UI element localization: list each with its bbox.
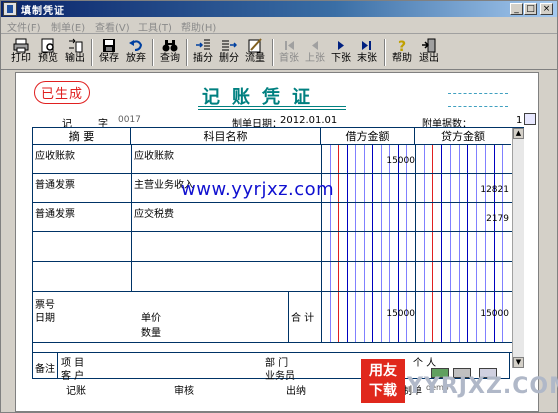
next-voucher-button[interactable]: 下张: [329, 37, 353, 68]
table-row[interactable]: 应收账款 应收账款 15000: [33, 145, 523, 174]
watermark-logo: 用友 下载: [361, 359, 405, 403]
date-value[interactable]: 2012.01.01: [280, 115, 337, 126]
voucher-number[interactable]: 0017: [118, 115, 141, 125]
next-icon: [333, 38, 349, 53]
minimize-button[interactable]: _: [510, 3, 523, 15]
search-icon[interactable]: [524, 113, 536, 125]
table-row[interactable]: 普通发票 应交税费 2179: [33, 203, 523, 232]
vertical-scrollbar[interactable]: ▲ ▼: [512, 128, 524, 368]
cashier-label: 出纳: [286, 386, 306, 397]
last-icon: [359, 38, 375, 53]
credit-total: 15000: [480, 309, 509, 319]
first-voucher-button[interactable]: 首张: [277, 37, 301, 68]
header-summary: 摘 要: [33, 128, 131, 145]
printer-icon: [13, 38, 29, 53]
undo-icon: [128, 38, 144, 53]
reviewer-label: 审核: [174, 386, 194, 397]
row-summary[interactable]: 普通发票: [35, 205, 75, 220]
help-icon: ?: [394, 38, 410, 55]
logo-bottom-text: 下载: [369, 383, 397, 399]
delete-row-icon: [221, 38, 238, 53]
dotted-line: [448, 106, 508, 107]
column-divider: [131, 145, 132, 292]
svg-text:?: ?: [398, 39, 406, 53]
last-voucher-button[interactable]: 末张: [355, 37, 379, 68]
binoculars-icon: [162, 38, 178, 53]
title-underline: [198, 106, 346, 107]
logo-top-text: 用友: [369, 363, 397, 379]
scroll-up-icon[interactable]: ▲: [513, 128, 524, 139]
person-label: 个 人: [413, 358, 437, 369]
row-debit[interactable]: 15000: [363, 156, 415, 166]
save-icon: [101, 38, 117, 53]
unit-price-label: 单价: [141, 313, 161, 324]
debit-total: 15000: [386, 309, 415, 319]
close-button[interactable]: ×: [540, 3, 553, 15]
previous-voucher-button[interactable]: 上张: [303, 37, 327, 68]
query-button[interactable]: 查询: [158, 37, 182, 68]
cash-flow-button[interactable]: 流量: [243, 37, 267, 68]
scroll-down-icon[interactable]: ▼: [513, 357, 524, 368]
export-button[interactable]: 输出: [63, 37, 87, 68]
watermark-url: www.yyrjxz.com: [181, 179, 335, 200]
column-divider: [288, 292, 289, 343]
entry-grid: 摘 要 科目名称 借方金额 贷方金额 应收账款 应收账款 15000 普通发票 …: [32, 127, 524, 353]
exit-button[interactable]: 退出: [417, 37, 441, 68]
dotted-line: [448, 93, 508, 94]
menu-view[interactable]: 查看(V): [95, 19, 130, 34]
prev-icon: [307, 38, 323, 53]
first-icon: [281, 38, 297, 53]
preview-icon: [40, 38, 56, 53]
window-title: 填制凭证: [21, 6, 65, 17]
title-bar: 填制凭证 _ □ ×: [1, 1, 557, 17]
column-divider: [57, 353, 58, 379]
menu-file[interactable]: 文件(F): [7, 19, 41, 34]
header-account: 科目名称: [131, 128, 321, 145]
row-account[interactable]: 应交税费: [134, 205, 174, 220]
attachments-value[interactable]: 1: [516, 115, 522, 126]
insert-entry-button[interactable]: 插分: [191, 37, 215, 68]
save-button[interactable]: 保存: [97, 37, 121, 68]
header-credit: 贷方金额: [415, 128, 511, 145]
row-account[interactable]: 应收账款: [134, 147, 174, 162]
total-label: 合 计: [291, 313, 315, 324]
discard-button[interactable]: 放弃: [124, 37, 148, 68]
menu-edit[interactable]: 制单(E): [51, 19, 85, 34]
watermark-logo-url: YYRJXZ.COM: [407, 374, 558, 399]
toolbar: 打印 预览 输出 保存 放弃 查询 插分 删分 流量 首张 上张 下张 末张 ?…: [1, 35, 557, 70]
header-debit: 借方金额: [321, 128, 415, 145]
help-button[interactable]: ? 帮助: [390, 37, 414, 68]
row-credit[interactable]: 12821: [457, 185, 509, 195]
menu-tools[interactable]: 工具(T): [138, 19, 172, 34]
quantity-label: 数量: [141, 328, 161, 339]
salesman-label: 业务员: [265, 371, 295, 382]
row-summary[interactable]: 普通发票: [35, 176, 75, 191]
ticket-date-label: 日期: [35, 313, 55, 324]
table-row[interactable]: [33, 232, 523, 262]
maximize-button[interactable]: □: [524, 3, 537, 15]
totals-row: 票号 日期 单价 数量 合 计 15000 15000: [33, 292, 523, 343]
menu-help[interactable]: 帮助(H): [181, 19, 216, 34]
print-button[interactable]: 打印: [9, 37, 33, 68]
menu-bar: 文件(F) 制单(E) 查看(V) 工具(T) 帮助(H): [1, 17, 557, 34]
flow-icon: [247, 38, 263, 53]
export-icon: [67, 38, 83, 53]
table-row[interactable]: [33, 262, 523, 292]
title-underline: [198, 109, 346, 110]
generated-stamp: 已生成: [34, 81, 91, 104]
customer-label: 客 户: [61, 371, 85, 382]
bookkeeper-label: 记账: [66, 386, 86, 397]
delete-entry-button[interactable]: 删分: [217, 37, 241, 68]
app-icon: [3, 2, 17, 16]
row-credit[interactable]: 2179: [457, 214, 509, 224]
voucher-window: 填制凭证 _ □ × 文件(F) 制单(E) 查看(V) 工具(T) 帮助(H)…: [0, 0, 558, 413]
insert-row-icon: [195, 38, 211, 53]
voucher-sheet: 已生成 记账凭证 记 字 0017 制单日期： 2012.01.01 附单据数：…: [15, 72, 539, 412]
row-summary[interactable]: 应收账款: [35, 147, 75, 162]
preview-button[interactable]: 预览: [36, 37, 60, 68]
exit-icon: [421, 38, 437, 53]
note-label: 备注: [35, 364, 55, 375]
